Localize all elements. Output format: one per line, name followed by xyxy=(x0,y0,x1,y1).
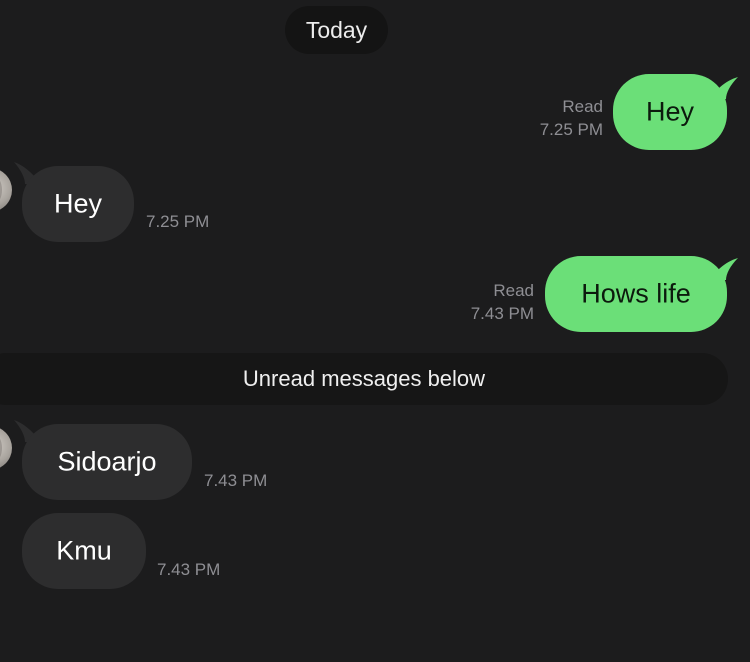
message-time: 7.43 PM xyxy=(157,560,221,579)
chat-view[interactable]: Today Read 7.25 PM Hey Hey 7.25 PM Read … xyxy=(0,0,750,662)
message-text: Sidoarjo xyxy=(57,446,157,477)
message-bubble-outgoing[interactable]: Hey xyxy=(613,74,727,150)
read-status: Read xyxy=(493,281,534,300)
message-time: 7.25 PM xyxy=(146,212,210,231)
message-bubble-incoming[interactable]: Hey xyxy=(22,166,134,242)
message-time: 7.43 PM xyxy=(204,471,268,490)
date-separator: Today xyxy=(285,6,388,54)
message-time: 7.25 PM xyxy=(539,120,603,139)
message-time: 7.43 PM xyxy=(470,304,534,323)
message-bubble-incoming[interactable]: Kmu xyxy=(22,513,146,589)
read-status: Read xyxy=(562,97,603,116)
message-bubble-incoming[interactable]: Sidoarjo xyxy=(22,424,192,500)
contact-avatar[interactable] xyxy=(0,426,12,470)
message-bubble-outgoing[interactable]: Hows life xyxy=(545,256,727,332)
message-meta: Read 7.25 PM xyxy=(515,95,603,141)
message-text: Hey xyxy=(645,96,694,127)
unread-separator: Unread messages below xyxy=(0,353,728,405)
message-text: Hows life xyxy=(581,278,691,309)
message-meta: Read 7.43 PM xyxy=(446,279,534,325)
message-text: Kmu xyxy=(56,535,112,566)
contact-avatar[interactable] xyxy=(0,168,12,212)
message-text: Hey xyxy=(53,188,102,219)
